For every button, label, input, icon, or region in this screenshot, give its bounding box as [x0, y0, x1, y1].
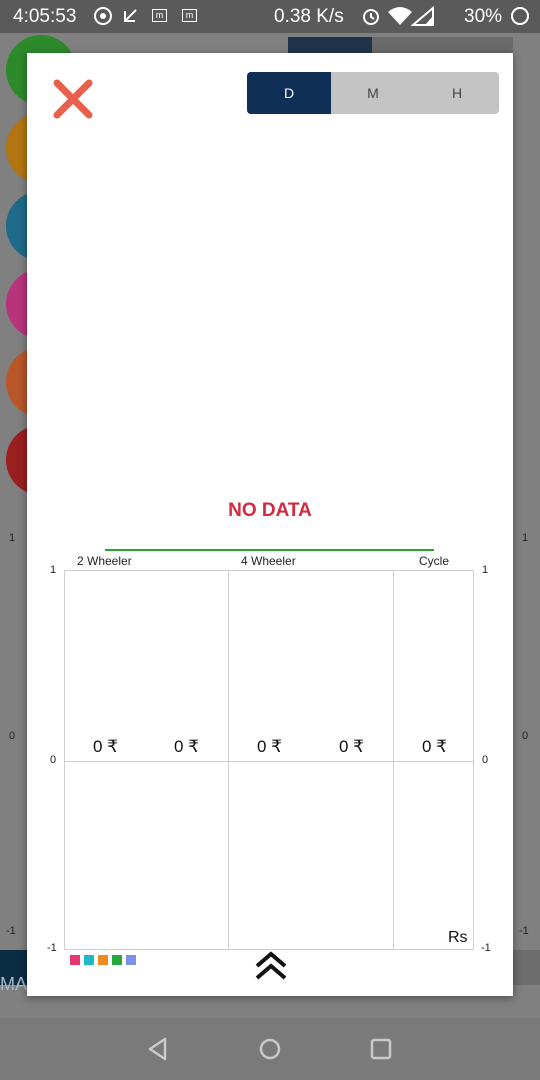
status-bar: 4:05:53 m m 0.38 K/s 30% [0, 0, 540, 33]
double-chevron-up-icon [255, 951, 287, 980]
cell-signal-icon [410, 5, 435, 31]
back-button[interactable] [143, 1034, 173, 1064]
legend-swatch [84, 955, 94, 965]
signal-arrow-icon [122, 6, 140, 31]
bg-y-tick: -1 [6, 925, 16, 937]
expand-button[interactable] [253, 948, 289, 984]
network-speed: 0.38 K/s [274, 6, 344, 27]
recents-icon [370, 1038, 392, 1060]
bg-tab-selected [288, 37, 372, 53]
back-icon [148, 1037, 167, 1061]
status-time: 4:05:53 [13, 6, 77, 27]
battery-icon [510, 6, 530, 31]
bar-value-label: 0 ₹ [422, 737, 447, 756]
y-tick-right: 0 [482, 754, 489, 766]
recents-button[interactable] [366, 1034, 396, 1064]
unit-label: Rs [448, 929, 468, 946]
no-data-message: NO DATA [228, 500, 312, 521]
bg-y-tick: 0 [9, 730, 16, 742]
segment-day[interactable]: D [247, 72, 331, 114]
legend-swatch [112, 955, 122, 965]
bg-y-tick: -1 [519, 925, 529, 937]
battery-percent: 30% [464, 6, 503, 27]
y-tick-right: 1 [482, 564, 489, 576]
pie-divider-line [105, 549, 434, 551]
close-button[interactable] [51, 77, 95, 121]
y-tick-right: -1 [481, 942, 491, 954]
music-icon [93, 6, 113, 31]
legend-swatch [98, 955, 108, 965]
category-label: 2 Wheeler [77, 554, 132, 568]
home-icon [259, 1038, 281, 1060]
legend-swatch [70, 955, 80, 965]
segment-month[interactable]: M [331, 72, 415, 114]
bar-value-label: 0 ₹ [339, 737, 364, 756]
bar-value-label: 0 ₹ [257, 737, 282, 756]
bg-bottom-text: MA [0, 974, 27, 994]
category-label: Cycle [419, 554, 450, 568]
bar-value-label: 0 ₹ [174, 737, 199, 756]
segment-hour[interactable]: H [415, 72, 499, 114]
bg-y-tick: 1 [9, 532, 16, 544]
category-divider [393, 571, 394, 949]
y-tick-left: 0 [50, 754, 57, 766]
y-tick-left: -1 [47, 942, 57, 954]
alarm-icon [361, 6, 381, 31]
chart-legend [70, 955, 136, 965]
navigation-bar [0, 1018, 540, 1080]
bg-y-tick: 0 [522, 730, 529, 742]
zero-baseline [65, 761, 473, 762]
category-label: 4 Wheeler [241, 554, 296, 568]
bg-y-tick: 1 [522, 532, 529, 544]
y-tick-left: 1 [50, 564, 57, 576]
category-divider [228, 571, 229, 949]
period-segmented-control: D M H [247, 72, 499, 114]
bar-value-label: 0 ₹ [93, 737, 118, 756]
wifi-icon [387, 6, 413, 31]
legend-swatch [126, 955, 136, 965]
home-button[interactable] [255, 1034, 285, 1064]
chart-dialog: D M H NO DATA 2 Wheeler 4 Wheeler Cycle … [27, 53, 513, 996]
bar-chart-plot: 0 ₹ 0 ₹ 0 ₹ 0 ₹ 0 ₹ Rs [64, 570, 474, 950]
close-x-icon [53, 79, 93, 119]
m-app-icon: m [182, 9, 197, 22]
m-app-icon: m [152, 9, 167, 22]
